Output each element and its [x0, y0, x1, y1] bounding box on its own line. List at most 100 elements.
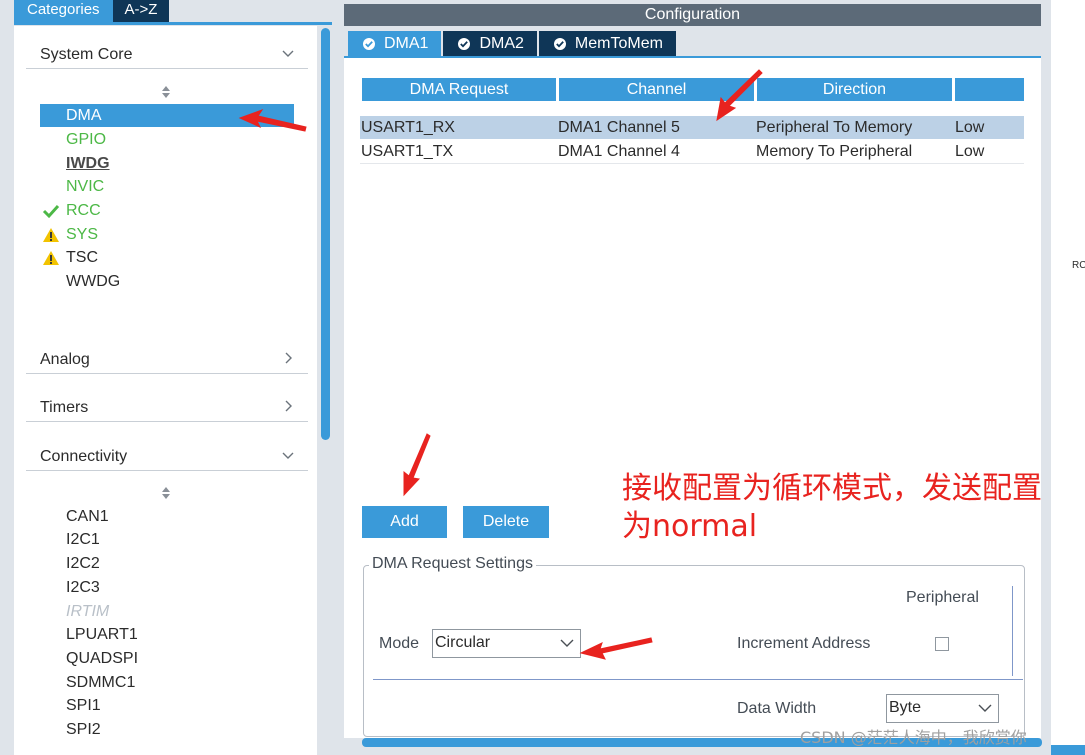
sidebar-item-iwdg[interactable]: IWDG — [40, 152, 294, 175]
row-divider — [360, 163, 1024, 164]
tab-dma2[interactable]: DMA2 — [443, 31, 537, 56]
item-label: NVIC — [66, 178, 105, 195]
category-scrollbar-thumb[interactable] — [321, 28, 330, 440]
table-row[interactable]: USART1_TX DMA1 Channel 4 Memory To Perip… — [360, 140, 1024, 163]
cell-request: USART1_TX — [361, 143, 454, 160]
item-label: CAN1 — [66, 508, 109, 525]
sidebar-item-spi2[interactable]: SPI2 — [40, 718, 294, 741]
item-label: RCC — [66, 202, 101, 219]
sort-icon[interactable] — [160, 85, 172, 99]
tab-label: DMA1 — [384, 35, 429, 52]
sidebar-item-sys[interactable]: SYS — [40, 223, 294, 246]
tab-label: DMA2 — [479, 35, 524, 52]
chevron-down-icon — [978, 704, 992, 712]
warning-icon — [43, 228, 59, 242]
item-label: QUADSPI — [66, 650, 139, 667]
mode-label: Mode — [379, 635, 420, 652]
section-timers[interactable]: Timers — [26, 394, 308, 422]
cell-channel: DMA1 Channel 4 — [558, 143, 680, 160]
item-label: SYS — [66, 226, 99, 243]
edge-accent — [1051, 745, 1085, 755]
tab-dma1[interactable]: DMA1 — [348, 31, 442, 56]
edge-clipped-text: RC — [1072, 260, 1085, 271]
check-circle-icon — [458, 38, 471, 50]
check-icon — [42, 204, 60, 219]
category-tabs: Categories A->Z — [14, 0, 170, 22]
delete-button[interactable]: Delete — [463, 506, 549, 538]
sidebar-item-lpuart1[interactable]: LPUART1 — [40, 623, 294, 646]
data-width-select[interactable]: Byte — [886, 694, 999, 723]
item-label: DMA — [66, 107, 102, 124]
column-header-direction[interactable]: Direction — [757, 78, 952, 101]
annotation-text: 接收配置为循环模式，发送配置为normal — [622, 471, 1042, 544]
sidebar-item-tsc[interactable]: TSC — [40, 246, 294, 269]
chevron-right-icon — [285, 400, 292, 412]
section-label: Connectivity — [40, 448, 128, 465]
section-connectivity[interactable]: Connectivity — [26, 443, 308, 471]
peripheral-increment-checkbox[interactable] — [935, 637, 949, 651]
tab-categories[interactable]: Categories — [14, 0, 113, 22]
sidebar-item-nvic[interactable]: NVIC — [40, 175, 294, 198]
tab-label: MemToMem — [574, 35, 663, 52]
sort-icon[interactable] — [160, 486, 172, 500]
cell-request: USART1_RX — [361, 119, 455, 136]
chevron-down-icon — [560, 639, 574, 647]
item-label: SPI2 — [66, 721, 101, 738]
check-circle-icon — [553, 38, 566, 50]
column-header-priority[interactable] — [955, 78, 1024, 101]
add-button[interactable]: Add — [362, 506, 447, 538]
cell-priority: Low — [955, 119, 985, 136]
peripheral-label: Peripheral — [906, 589, 979, 606]
dma-tabs: DMA1 DMA2 MemToMem — [348, 31, 678, 56]
table-row[interactable]: USART1_RX DMA1 Channel 5 Peripheral To M… — [360, 116, 1024, 139]
sidebar-item-quadspi[interactable]: QUADSPI — [40, 647, 294, 670]
item-label: WWDG — [66, 273, 121, 290]
sidebar-item-i2c2[interactable]: I2C2 — [40, 552, 294, 575]
configuration-title: Configuration — [344, 4, 1041, 26]
item-label: I2C1 — [66, 531, 100, 548]
group-divider-vertical — [1012, 586, 1013, 676]
increment-address-label: Increment Address — [737, 635, 871, 652]
chevron-down-icon — [282, 452, 294, 459]
tab-memtomem[interactable]: MemToMem — [538, 31, 676, 56]
sidebar-item-dma[interactable]: DMA — [40, 104, 294, 127]
section-system-core[interactable]: System Core — [26, 41, 308, 69]
sidebar-item-rcc[interactable]: RCC — [40, 199, 294, 222]
column-header-channel[interactable]: Channel — [559, 78, 754, 101]
cell-channel: DMA1 Channel 5 — [558, 119, 680, 136]
cell-direction: Peripheral To Memory — [756, 119, 913, 136]
item-label: SDMMC1 — [66, 674, 136, 691]
cell-priority: Low — [955, 143, 985, 160]
mode-select[interactable]: Circular — [432, 629, 581, 658]
sidebar-item-gpio[interactable]: GPIO — [40, 128, 294, 151]
item-label: LPUART1 — [66, 626, 138, 643]
sidebar-item-can1[interactable]: CAN1 — [40, 505, 294, 528]
check-circle-icon — [363, 38, 375, 50]
watermark: CSDN @茫茫人海中，我欣赏你 — [800, 728, 1027, 747]
data-width-select-value: Byte — [889, 699, 922, 716]
section-analog[interactable]: Analog — [26, 346, 308, 374]
sidebar-item-wwdg[interactable]: WWDG — [40, 270, 294, 293]
section-label: System Core — [40, 46, 133, 63]
item-label: I2C2 — [66, 555, 100, 572]
cell-direction: Memory To Peripheral — [756, 143, 913, 160]
settings-legend: DMA Request Settings — [369, 555, 536, 573]
item-label: SPI1 — [66, 697, 101, 714]
data-width-label: Data Width — [737, 700, 817, 717]
category-tabs-underline — [14, 22, 332, 25]
tab-a-to-z[interactable]: A->Z — [112, 0, 170, 22]
item-label: I2C3 — [66, 579, 100, 596]
chevron-down-icon — [282, 50, 294, 57]
sidebar-item-sdmmc1[interactable]: SDMMC1 — [40, 671, 294, 694]
warning-icon — [43, 251, 59, 265]
section-label: Timers — [40, 399, 89, 416]
sidebar-item-spi1[interactable]: SPI1 — [40, 694, 294, 717]
item-label: GPIO — [66, 131, 107, 148]
column-header-dma-request[interactable]: DMA Request — [362, 78, 556, 101]
item-label: IRTIM — [66, 603, 110, 620]
item-label: TSC — [66, 249, 98, 266]
item-label: IWDG — [66, 155, 110, 172]
sidebar-item-i2c1[interactable]: I2C1 — [40, 528, 294, 551]
sidebar-item-i2c3[interactable]: I2C3 — [40, 576, 294, 599]
settings-divider — [373, 679, 1023, 680]
